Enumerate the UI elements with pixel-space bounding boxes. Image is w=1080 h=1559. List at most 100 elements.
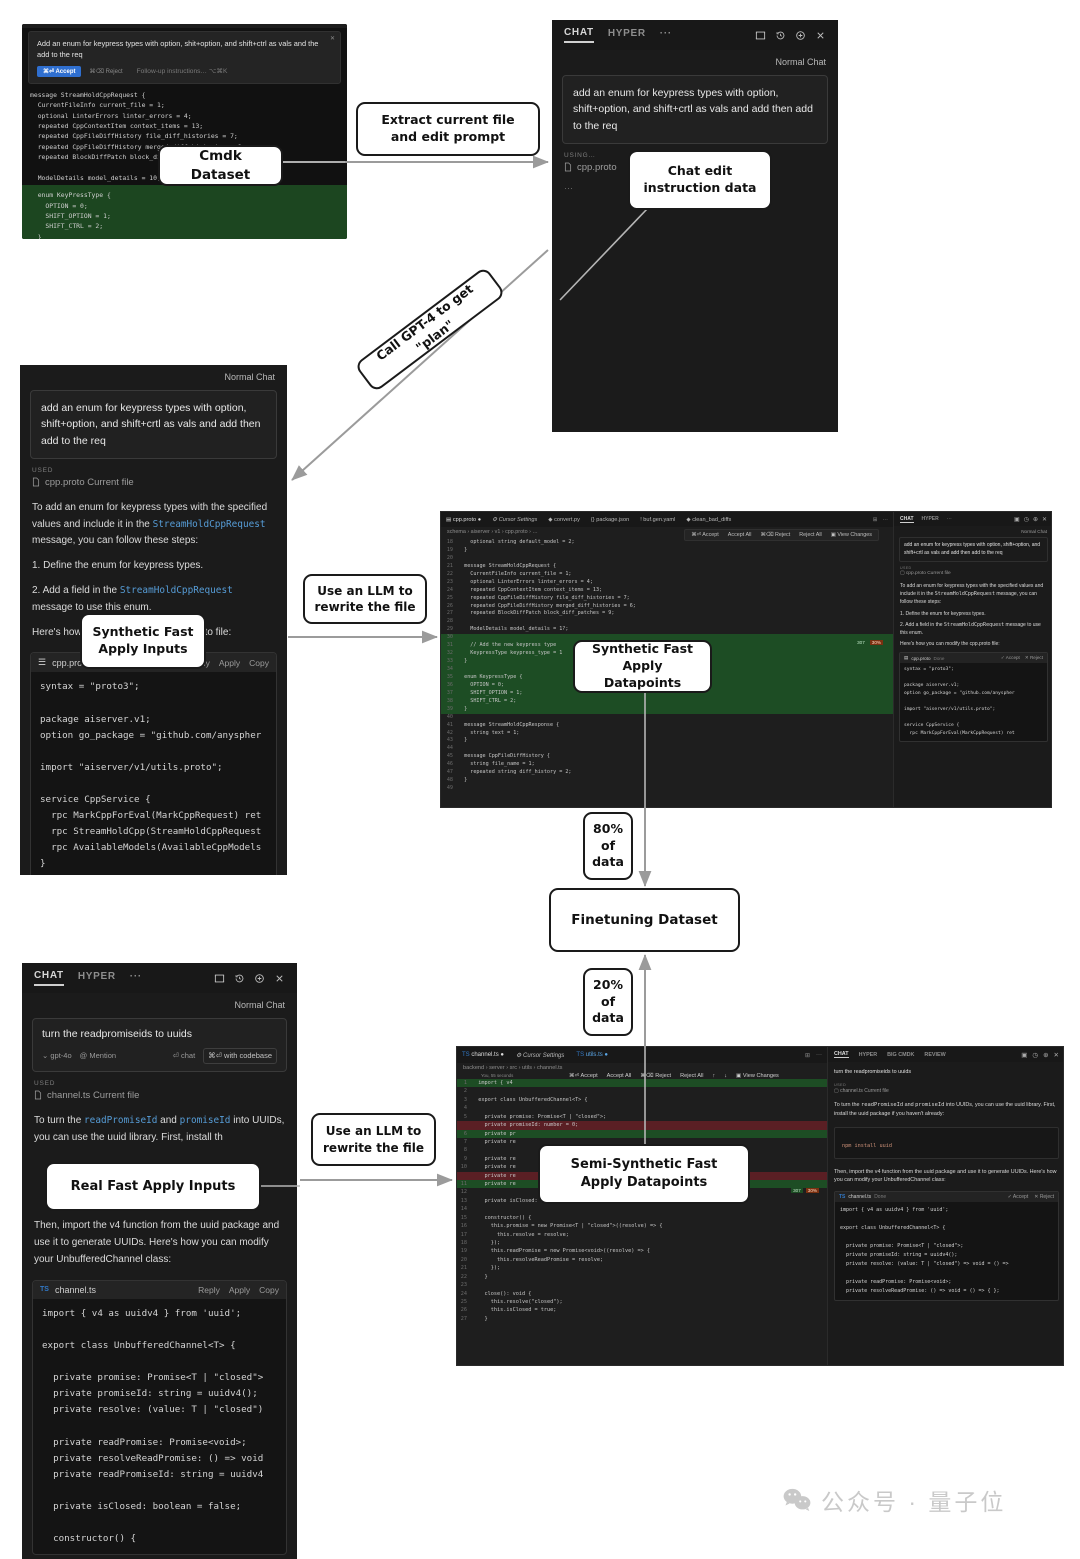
accept-all-button[interactable]: Accept All — [728, 532, 752, 538]
new-chat-icon[interactable] — [254, 973, 265, 984]
cmdk-reject-button[interactable]: ⌘⌫ Reject — [89, 68, 122, 75]
tab-buf-gen-yaml[interactable]: ! buf.gen.yaml — [640, 517, 675, 523]
view-changes-button[interactable]: ▣ View Changes — [831, 532, 872, 538]
close-icon[interactable]: ✕ — [1054, 1051, 1059, 1059]
line-text: close(): void { — [472, 1290, 532, 1297]
tab-hyper[interactable]: HYPER — [922, 516, 939, 522]
callout-split-20: 20% of data — [583, 968, 633, 1036]
code-line: 27 } — [457, 1315, 827, 1323]
cmdk-followup-input[interactable]: Follow-up instructions… ⌥⌘K — [137, 67, 228, 75]
tab-chat[interactable]: CHAT — [34, 970, 64, 986]
cmdk-added-code-block: enum KeyPressType { OPTION = 0; SHIFT_OP… — [22, 185, 347, 239]
reply-action[interactable]: Reply — [198, 1285, 220, 1295]
chat-bottom-used-file[interactable]: channel.ts Current file — [22, 1087, 297, 1109]
tab-package-json[interactable]: {} package.json — [591, 517, 629, 523]
nav-down-icon[interactable]: ↓ — [724, 1073, 727, 1079]
accept-action[interactable]: ✓ Accept — [1001, 655, 1020, 661]
token-streamholdcpprequest: StreamHoldCppRequest — [119, 584, 233, 596]
tab-cpp-proto[interactable]: ▤ cpp.proto ● — [446, 517, 481, 523]
tab-utils-ts[interactable]: TS utils.ts ● — [576, 1052, 608, 1058]
tab-big-cmdk[interactable]: BIG CMDK — [887, 1052, 914, 1058]
split-icon[interactable]: ⊞ — [873, 517, 878, 523]
layout-icon[interactable]: ▣ — [1014, 516, 1020, 523]
reject-action[interactable]: ✕ Reject — [1034, 1194, 1054, 1200]
side-chat-used-file[interactable]: ▢ cpp.proto Current file — [894, 570, 1051, 580]
chat-left-prompt-input[interactable]: add an enum for keypress types with opti… — [30, 390, 277, 459]
side-chat-prompt[interactable]: add an enum for keypress types with opti… — [899, 537, 1048, 562]
line-number: 37 — [446, 689, 453, 696]
reject-all-button[interactable]: Reject All — [799, 532, 821, 538]
ide-mid-tabbar: ▤ cpp.proto ● ⚙ Cursor Settings ◆ conver… — [441, 512, 893, 527]
view-changes-button[interactable]: ▣ View Changes — [736, 1073, 779, 1079]
line-number: 27 — [446, 610, 453, 617]
tab-hyper[interactable]: HYPER — [78, 971, 116, 985]
tab-clean-bad-diffs[interactable]: ◆ clean_bad_diffs — [686, 517, 731, 523]
close-icon[interactable] — [274, 973, 285, 984]
close-icon[interactable]: ✕ — [1042, 516, 1047, 523]
line-number: 19 — [460, 1248, 467, 1255]
apply-action[interactable]: Apply — [229, 1285, 250, 1295]
cmdk-close-icon[interactable]: ✕ — [330, 35, 335, 42]
accept-button[interactable]: ⌘⏎ Accept — [569, 1073, 598, 1079]
line-text: OPTION = 0; — [458, 681, 505, 688]
history-icon[interactable]: ◷ — [1024, 516, 1029, 523]
cmdk-accept-button[interactable]: ⌘⏎ Accept — [37, 65, 82, 77]
tab-chat[interactable]: CHAT — [900, 516, 914, 523]
tab-channel-ts[interactable]: TS channel.ts ● — [462, 1052, 504, 1058]
line-text: private re — [472, 1164, 516, 1171]
code-card-status: Done — [933, 655, 945, 661]
tab-hyper[interactable]: HYPER — [608, 28, 646, 42]
tab-more-icon[interactable]: ··· — [660, 28, 672, 42]
copy-action[interactable]: Copy — [259, 1285, 279, 1295]
tab-chat[interactable]: CHAT — [564, 27, 594, 43]
nav-up-icon[interactable]: ↑ — [712, 1073, 715, 1079]
layout-icon[interactable] — [214, 973, 225, 984]
close-icon[interactable] — [815, 30, 826, 41]
new-chat-icon[interactable] — [795, 30, 806, 41]
accept-action[interactable]: ✓ Accept — [1008, 1194, 1029, 1200]
codebase-hint[interactable]: ⌘⏎ with codebase — [203, 1048, 277, 1064]
tab-cursor-settings[interactable]: ⚙ Cursor Settings — [516, 1052, 564, 1059]
tab-cursor-settings[interactable]: ⚙ Cursor Settings — [492, 517, 537, 523]
layout-icon[interactable] — [755, 30, 766, 41]
new-chat-icon[interactable]: ⊕ — [1033, 516, 1038, 523]
accept-all-button[interactable]: Accept All — [607, 1073, 632, 1079]
tab-review[interactable]: REVIEW — [924, 1052, 945, 1058]
tab-convert-py[interactable]: ◆ convert.py — [548, 517, 580, 523]
reject-action[interactable]: ✕ Reject — [1025, 655, 1043, 661]
tab-more-icon[interactable]: ··· — [130, 971, 142, 985]
line-number: 36 — [446, 681, 453, 688]
chat-bottom-prompt-input[interactable]: turn the readpromiseids to uuids — [42, 1026, 277, 1042]
new-chat-icon[interactable]: ⊕ — [1043, 1051, 1048, 1059]
reject-button[interactable]: ⌘⌫ Reject — [640, 1073, 671, 1079]
accept-button[interactable]: ⌘⏎ Accept — [691, 532, 719, 538]
reject-button[interactable]: ⌘⌫ Reject — [760, 532, 790, 538]
tab-hyper[interactable]: HYPER — [859, 1052, 878, 1058]
history-icon[interactable] — [775, 30, 786, 41]
token-readpromiseid: readPromiseId — [84, 1114, 158, 1126]
chat-top-prompt-input[interactable]: add an enum for keypress types with opti… — [562, 75, 828, 144]
code-line: 24 repeated CppContextItem context_items… — [441, 587, 893, 595]
apply-action[interactable]: Apply — [219, 658, 240, 668]
code-line: 21 message StreamHoldCppRequest { — [441, 563, 893, 571]
split-icon[interactable]: ⊞ — [805, 1052, 810, 1059]
reject-all-button[interactable]: Reject All — [680, 1073, 703, 1079]
typescript-icon: TS — [839, 1194, 846, 1200]
model-selector[interactable]: ⌄ gpt-4o — [42, 1050, 72, 1062]
line-number: 48 — [446, 777, 453, 784]
layout-icon[interactable]: ▣ — [1021, 1051, 1027, 1059]
more-icon[interactable]: ··· — [816, 1052, 822, 1059]
tab-chat[interactable]: CHAT — [834, 1051, 849, 1058]
file-icon — [32, 477, 40, 487]
mention-button[interactable]: @ Mention — [80, 1050, 116, 1062]
history-icon[interactable] — [234, 973, 245, 984]
copy-action[interactable]: Copy — [249, 658, 269, 668]
code-line: 42 string text = 1; — [441, 730, 893, 738]
code-line: 47 repeated string diff_history = 2; — [441, 769, 893, 777]
more-icon[interactable]: ··· — [882, 517, 888, 523]
chat-left-used-file[interactable]: cpp.proto Current file — [20, 474, 287, 496]
history-icon[interactable]: ◷ — [1032, 1051, 1038, 1059]
ide-bottom-breadcrumb[interactable]: backend › server › src › utils › channel… — [457, 1063, 827, 1073]
bottom-side-chat-used-file[interactable]: ▢ channel.ts Current file — [828, 1087, 1063, 1098]
tab-more-icon[interactable]: ··· — [947, 516, 952, 522]
